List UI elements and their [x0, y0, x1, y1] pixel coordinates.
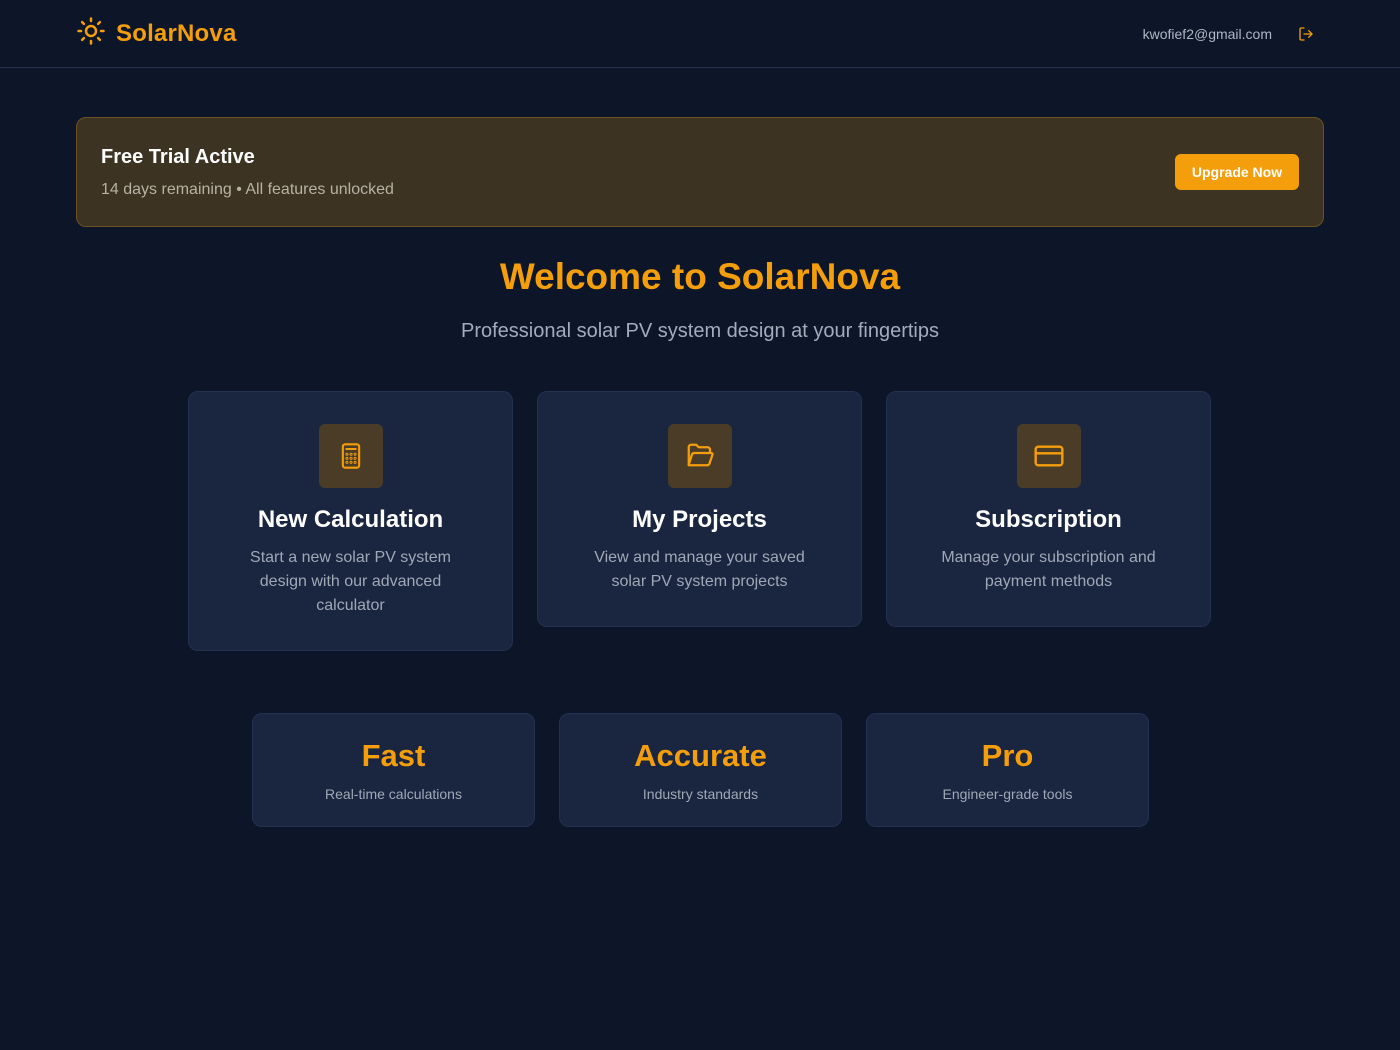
stat-title: Fast [361, 738, 426, 773]
user-area: kwofief2@gmail.com [1143, 26, 1314, 42]
stat-title: Pro [981, 738, 1034, 773]
brand-name: SolarNova [116, 19, 237, 47]
folder-open-icon [667, 424, 732, 488]
card-title: My Projects [632, 506, 767, 533]
top-header: SolarNova kwofief2@gmail.com [0, 0, 1400, 68]
credit-card-icon [1016, 424, 1081, 488]
action-cards: New Calculation Start a new solar PV sys… [188, 391, 1211, 651]
brand[interactable]: SolarNova [76, 16, 237, 51]
card-title: New Calculation [257, 506, 444, 533]
logout-icon [1299, 26, 1313, 41]
stat-pro: Pro Engineer-grade tools [866, 713, 1149, 827]
trial-banner: Free Trial Active 14 days remaining • Al… [76, 117, 1324, 227]
stat-subtitle: Engineer-grade tools [942, 786, 1073, 802]
feature-stats: Fast Real-time calculations Accurate Ind… [252, 713, 1149, 827]
upgrade-now-button[interactable]: Upgrade Now [1175, 154, 1299, 190]
card-title: Subscription [975, 506, 1122, 533]
stat-subtitle: Real-time calculations [325, 786, 462, 802]
stat-title: Accurate [634, 738, 767, 773]
calculator-icon [318, 424, 383, 488]
trial-title: Free Trial Active [101, 145, 255, 168]
welcome-subtitle: Professional solar PV system design at y… [461, 320, 939, 342]
welcome-section: Welcome to SolarNova Professional solar … [0, 256, 1400, 343]
stat-fast: Fast Real-time calculations [252, 713, 535, 827]
logout-button[interactable] [1298, 26, 1314, 42]
card-description: Manage your subscription and payment met… [941, 549, 1156, 590]
stat-accurate: Accurate Industry standards [559, 713, 842, 827]
new-calculation-card[interactable]: New Calculation Start a new solar PV sys… [188, 391, 513, 651]
card-description: View and manage your saved solar PV syst… [594, 549, 805, 590]
my-projects-card[interactable]: My Projects View and manage your saved s… [537, 391, 862, 627]
card-description: Start a new solar PV system design with … [250, 549, 451, 614]
welcome-title: Welcome to SolarNova [499, 256, 901, 297]
trial-text: Free Trial Active 14 days remaining • Al… [101, 146, 394, 199]
trial-subtitle: 14 days remaining • All features unlocke… [101, 180, 394, 198]
user-email: kwofief2@gmail.com [1142, 25, 1272, 42]
stat-subtitle: Industry standards [642, 786, 759, 802]
subscription-card[interactable]: Subscription Manage your subscription an… [886, 391, 1211, 627]
sun-icon [76, 16, 106, 51]
